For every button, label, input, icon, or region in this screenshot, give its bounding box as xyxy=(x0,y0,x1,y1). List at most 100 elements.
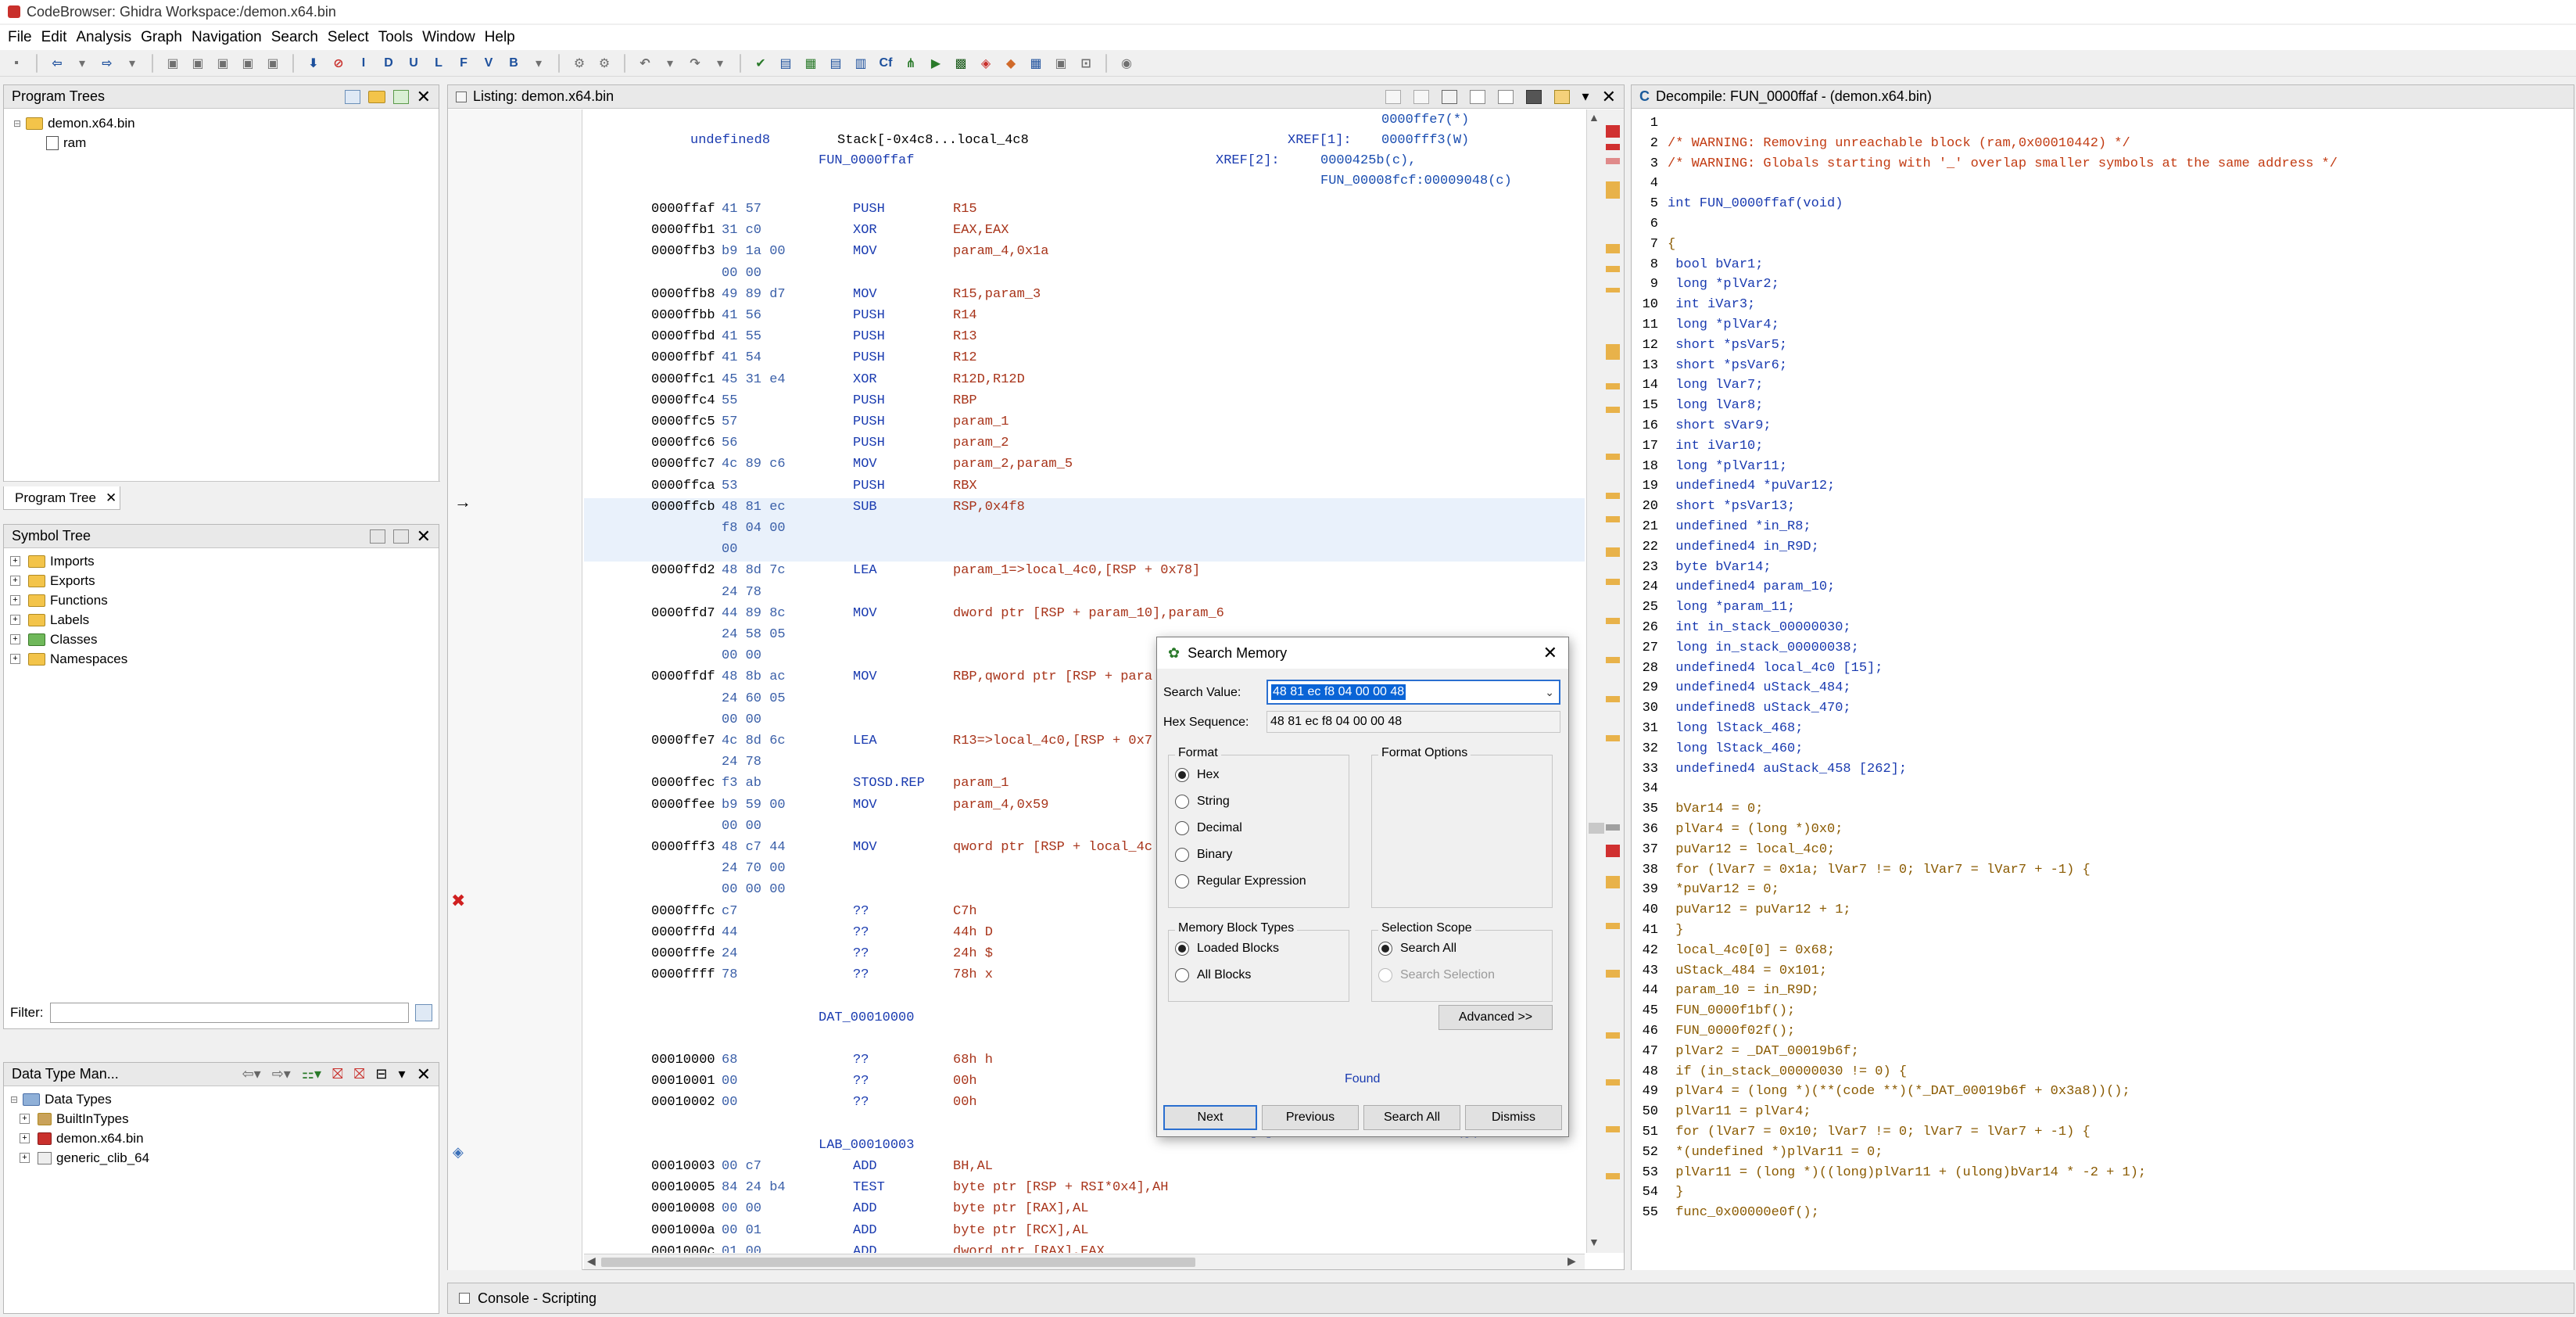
symbol-item-imports[interactable]: + Imports xyxy=(10,551,432,571)
decompiler-code[interactable]: long lVar8; xyxy=(1668,398,1763,413)
decompiler-line[interactable]: 11 long *plVar4; xyxy=(1632,318,1779,338)
decompiler-code[interactable]: short *psVar13; xyxy=(1668,499,1795,514)
decompiler-line[interactable]: 15 long lVar8; xyxy=(1632,398,1764,418)
collapse-icon[interactable]: ⊟ xyxy=(13,118,21,129)
listing-operands[interactable]: RSP,0x4f8 xyxy=(953,500,1025,519)
decompiler-code[interactable]: bool bVar1; xyxy=(1668,257,1763,272)
decompiler-line[interactable]: 16 short sVar9; xyxy=(1632,418,1772,439)
decompiler-line[interactable]: 6 xyxy=(1632,217,1668,237)
decompiler-code[interactable]: uStack_484 = 0x101; xyxy=(1668,964,1827,978)
decompiler-line[interactable]: 24 undefined4 param_10; xyxy=(1632,580,1836,600)
listing-mnemonic[interactable]: MOV xyxy=(853,669,877,688)
decompiler-line[interactable]: 17 int iVar10; xyxy=(1632,439,1764,459)
analysis-marker[interactable] xyxy=(1606,516,1620,522)
listing-operands[interactable]: 00h xyxy=(953,1074,977,1093)
scroll-down-icon[interactable]: ▼ xyxy=(1589,1236,1600,1248)
listing-operands[interactable]: RBP,qword ptr [RSP + para xyxy=(953,669,1152,688)
listing-operands[interactable]: byte ptr [RSP + RSI*0x4],AH xyxy=(953,1180,1168,1199)
analysis-marker[interactable] xyxy=(1606,1126,1620,1132)
down-arrow-icon[interactable]: ⬇ xyxy=(303,53,324,74)
decompiler-code[interactable]: undefined4 *puVar12; xyxy=(1668,479,1835,493)
format-hex-radio[interactable]: Hex xyxy=(1175,762,1349,788)
decompiler-line[interactable]: 13 short *psVar6; xyxy=(1632,358,1787,379)
decompiler-code[interactable]: puVar12 = puVar12 + 1; xyxy=(1668,903,1850,917)
listing-mnemonic[interactable]: PUSH xyxy=(853,308,885,327)
listing-operands[interactable]: qword ptr [RSP + local_4c xyxy=(953,840,1152,859)
decompiler-code[interactable]: long lVar7; xyxy=(1668,378,1763,393)
listing-operands[interactable]: 44h D xyxy=(953,925,993,944)
decompiler-code[interactable]: plVar4 = (long *)(**(code **)(*_DAT_0001… xyxy=(1668,1084,2130,1099)
decompiler-code[interactable]: int in_stack_00000030; xyxy=(1668,620,1850,635)
listing-mnemonic[interactable]: PUSH xyxy=(853,350,885,369)
next-instruction-icon[interactable]: ▣ xyxy=(188,53,208,74)
listing-operands[interactable]: R12D,R12D xyxy=(953,372,1025,391)
analysis-marker[interactable] xyxy=(1606,876,1620,888)
dismiss-button[interactable]: Dismiss xyxy=(1465,1105,1562,1130)
decompiler-code[interactable]: long *plVar4; xyxy=(1668,318,1779,332)
listing-operands[interactable]: dword ptr [RAX],EAX xyxy=(953,1244,1105,1253)
listing-address[interactable]: 0000ffc7 xyxy=(651,457,715,475)
scroll-up-icon[interactable]: ▲ xyxy=(1589,111,1600,124)
listing-mnemonic[interactable]: ?? xyxy=(853,967,869,986)
listing-address[interactable]: 0000ffdf xyxy=(651,669,715,688)
next-undefined-icon[interactable]: ▣ xyxy=(213,53,233,74)
error-marker[interactable] xyxy=(1606,125,1620,138)
symbol-item-labels[interactable]: + Labels xyxy=(10,610,432,630)
hscroll-thumb[interactable] xyxy=(601,1258,1195,1267)
listing-address[interactable]: 0000fffd xyxy=(651,925,715,944)
decompiler-code[interactable]: } xyxy=(1668,1185,1683,1200)
next-button[interactable]: Next xyxy=(1163,1105,1257,1130)
program-tree-view-icon[interactable] xyxy=(344,89,360,104)
decompiler-line[interactable]: 32 long lStack_460; xyxy=(1632,741,1804,762)
debugger-icon[interactable]: ◈ xyxy=(976,53,996,74)
decompiler-line[interactable]: 40 puVar12 = puVar12 + 1; xyxy=(1632,903,1851,923)
format-binary-radio[interactable]: Binary xyxy=(1175,842,1349,868)
listing-mnemonic[interactable]: MOV xyxy=(853,287,877,306)
decompiler-line[interactable]: 10 int iVar3; xyxy=(1632,297,1756,318)
listing-mnemonic[interactable]: ADD xyxy=(853,1201,877,1220)
listing-address[interactable]: 0000ffec xyxy=(651,776,715,795)
format-string-radio[interactable]: String xyxy=(1175,788,1349,815)
listing-mnemonic[interactable]: MOV xyxy=(853,244,877,263)
decompiler-code[interactable]: plVar11 = (long *)((long)plVar11 + (ulon… xyxy=(1668,1165,2146,1180)
byte-viewer-icon[interactable]: ▦ xyxy=(801,53,821,74)
decompiler-code[interactable]: undefined4 local_4c0 [15]; xyxy=(1668,661,1883,676)
listing-operands[interactable]: C7h xyxy=(953,904,977,923)
listing-mnemonic[interactable]: PUSH xyxy=(853,414,885,433)
listing-address[interactable]: 0000ffc1 xyxy=(651,372,715,391)
decompiler-code[interactable]: long in_stack_00000038; xyxy=(1668,641,1859,655)
listing-operands[interactable]: RBX xyxy=(953,479,977,497)
loaded-blocks-radio[interactable]: Loaded Blocks xyxy=(1175,935,1349,962)
listing-mnemonic[interactable]: TEST xyxy=(853,1180,885,1199)
expand-icon[interactable]: + xyxy=(10,556,20,566)
analysis-marker[interactable] xyxy=(1606,493,1620,499)
decompiler-line[interactable]: 7{ xyxy=(1632,237,1675,257)
xref1-value[interactable]: 0000fff3(W) xyxy=(1381,133,1469,152)
listing-operands[interactable]: byte ptr [RAX],AL xyxy=(953,1201,1088,1220)
decompiler-code[interactable]: if (in_stack_00000030 != 0) { xyxy=(1668,1064,1907,1079)
radio-off-icon[interactable] xyxy=(1175,848,1189,862)
menu-graph[interactable]: Graph xyxy=(141,29,192,46)
symbol-item-functions[interactable]: + Functions xyxy=(10,590,432,610)
analysis-marker[interactable] xyxy=(1606,618,1620,624)
decompiler-code[interactable]: long *param_11; xyxy=(1668,600,1795,615)
analysis-marker[interactable] xyxy=(1606,970,1620,978)
symbol-filter-input[interactable] xyxy=(49,1003,410,1023)
listing-mnemonic[interactable]: ?? xyxy=(853,946,869,965)
analysis-marker[interactable] xyxy=(1606,244,1620,253)
decompiler-line[interactable]: 51 for (lVar7 = 0x10; lVar7 != 0; lVar7 … xyxy=(1632,1125,2091,1145)
listing-address[interactable]: 0000ffcb xyxy=(651,500,715,519)
decompiler-line[interactable]: 8 bool bVar1; xyxy=(1632,257,1764,278)
listing-address[interactable]: 0000ffaf xyxy=(651,202,715,221)
listing-operands[interactable]: R13=>local_4c0,[RSP + 0x7 xyxy=(953,734,1152,752)
listing-operands[interactable]: R15 xyxy=(953,202,977,221)
decompiler-line[interactable]: 30 undefined8 uStack_470; xyxy=(1632,701,1851,721)
decompiler-line[interactable]: 4 xyxy=(1632,176,1668,196)
toolbar-letter-d[interactable]: D xyxy=(378,53,399,74)
listing-mnemonic[interactable]: XOR xyxy=(853,372,877,391)
decompiler-line[interactable]: 9 long *plVar2; xyxy=(1632,277,1779,297)
analysis-marker[interactable] xyxy=(1606,735,1620,741)
patch-icon[interactable]: ◆ xyxy=(1001,53,1021,74)
listing-address[interactable]: 00010001 xyxy=(651,1074,715,1093)
radio-off-icon[interactable] xyxy=(1175,821,1189,835)
